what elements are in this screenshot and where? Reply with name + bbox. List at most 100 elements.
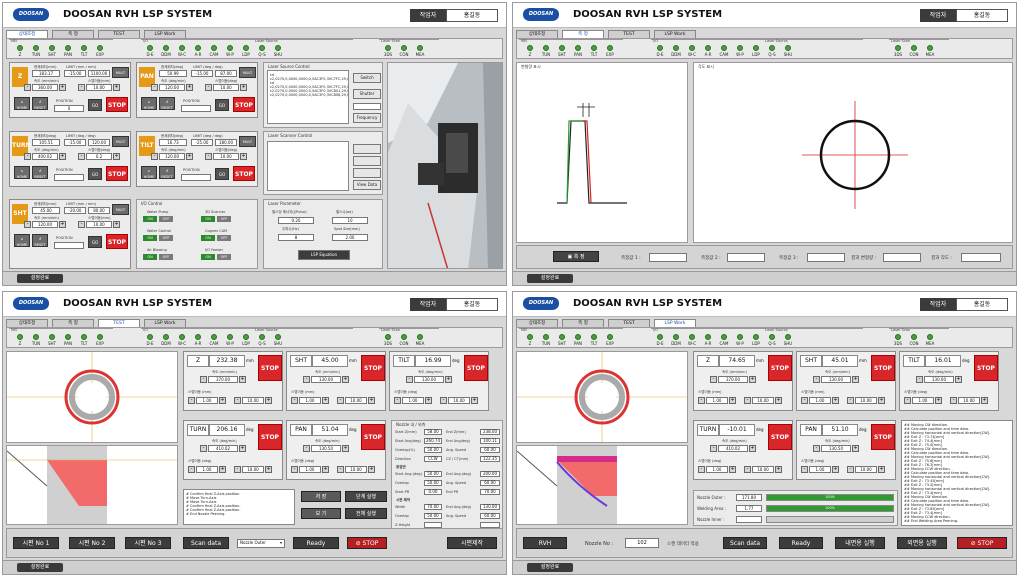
- stop-button[interactable]: STOP: [106, 234, 128, 249]
- step-max-input[interactable]: 10.00: [242, 397, 264, 404]
- reset-button[interactable]: ↺ RESET: [159, 97, 175, 110]
- go-button[interactable]: GO: [88, 168, 102, 180]
- step-plus-button[interactable]: +: [240, 84, 247, 91]
- speed-plus-button[interactable]: +: [59, 153, 66, 160]
- settings-complete-button[interactable]: 설정완료: [17, 563, 63, 572]
- step-min-plus-button[interactable]: +: [219, 397, 226, 404]
- step-max-input[interactable]: 10.00: [448, 397, 470, 404]
- switch-button[interactable]: Switch: [353, 73, 381, 83]
- scanner-btn-2[interactable]: [353, 156, 381, 166]
- view-data-button[interactable]: View Data: [353, 180, 381, 190]
- tab-lsp-work[interactable]: LSP Work: [654, 319, 696, 327]
- speed-input[interactable]: 360.00: [32, 84, 58, 91]
- speed-minus-button[interactable]: -: [406, 376, 413, 383]
- speed-input[interactable]: 130.00: [414, 376, 444, 383]
- stop-button[interactable]: STOP: [233, 97, 255, 112]
- io-off-button[interactable]: OFF: [217, 216, 231, 222]
- step-input[interactable]: 10.00: [86, 221, 112, 228]
- tab-status[interactable]: 상태조정: [516, 319, 558, 327]
- speed-plus-button[interactable]: +: [186, 153, 193, 160]
- settings-complete-button[interactable]: 설정완료: [17, 274, 63, 283]
- lsp-equation-button[interactable]: LSP Equation: [298, 250, 350, 260]
- measure-button[interactable]: ▣ 측 정: [553, 251, 599, 262]
- io-off-button[interactable]: OFF: [159, 254, 173, 260]
- step-minus-button[interactable]: -: [205, 84, 212, 91]
- step-max-plus-button[interactable]: +: [775, 466, 782, 473]
- param-input[interactable]: 260.74: [424, 438, 442, 444]
- speed-plus-button[interactable]: +: [955, 376, 962, 383]
- step-max-minus-button[interactable]: -: [847, 397, 854, 404]
- step-min-input[interactable]: 1.00: [706, 466, 728, 473]
- speed-input[interactable]: 130.00: [311, 376, 341, 383]
- step-max-plus-button[interactable]: +: [981, 397, 988, 404]
- step-min-plus-button[interactable]: +: [832, 397, 839, 404]
- pulse-count-input[interactable]: 10: [332, 217, 368, 224]
- mult-button[interactable]: MULT: [112, 67, 129, 78]
- scanner-btn-1[interactable]: [353, 144, 381, 154]
- step-min-minus-button[interactable]: -: [291, 397, 298, 404]
- make-specimen-button[interactable]: 시편제작: [447, 537, 497, 549]
- step-min-minus-button[interactable]: -: [188, 466, 195, 473]
- step-min-input[interactable]: 1.00: [809, 466, 831, 473]
- speed-minus-button[interactable]: -: [303, 376, 310, 383]
- ready-button[interactable]: Ready: [779, 537, 823, 549]
- scanner-btn-3[interactable]: [353, 168, 381, 178]
- mult-button[interactable]: MULT: [112, 136, 129, 147]
- speed-input[interactable]: 130.00: [821, 376, 851, 383]
- speed-input[interactable]: 130.50: [821, 445, 851, 452]
- spot-size-input[interactable]: 2.00: [332, 234, 368, 241]
- m3-input[interactable]: [807, 253, 845, 262]
- step-input[interactable]: 10.00: [86, 84, 112, 91]
- step-max-minus-button[interactable]: -: [337, 466, 344, 473]
- home-button[interactable]: ⌂ HOME: [141, 166, 157, 179]
- step-min-minus-button[interactable]: -: [698, 466, 705, 473]
- deform-result-input[interactable]: [883, 253, 921, 262]
- frequency-button[interactable]: Frequency: [353, 113, 381, 123]
- speed-input[interactable]: 410.02: [718, 445, 748, 452]
- param-input[interactable]: 70.00: [424, 504, 442, 510]
- step-max-input[interactable]: 10.00: [345, 397, 367, 404]
- outer-run-button[interactable]: 외면용 실행: [897, 537, 947, 549]
- mult-button[interactable]: MULT: [112, 204, 129, 215]
- io-on-button[interactable]: ON: [143, 254, 157, 260]
- io-on-button[interactable]: ON: [201, 216, 215, 222]
- step-min-input[interactable]: 1.00: [912, 397, 934, 404]
- param-input[interactable]: 122.35: [480, 456, 500, 462]
- stop-button[interactable]: ⊘ STOP: [957, 537, 1007, 549]
- step-max-minus-button[interactable]: -: [440, 397, 447, 404]
- angle-result-input[interactable]: [961, 253, 1001, 262]
- step-max-input[interactable]: 10.00: [855, 397, 877, 404]
- step-minus-button[interactable]: -: [205, 153, 212, 160]
- limit-max-input[interactable]: 1100.00: [88, 70, 110, 77]
- speed-minus-button[interactable]: -: [710, 445, 717, 452]
- save-button[interactable]: 저 장: [301, 491, 341, 502]
- speed-minus-button[interactable]: -: [813, 376, 820, 383]
- limit-min-input[interactable]: -15.00: [64, 70, 86, 77]
- speed-input[interactable]: 130.00: [924, 376, 954, 383]
- speed-minus-button[interactable]: -: [151, 84, 158, 91]
- param-input[interactable]: 200.00: [480, 471, 500, 477]
- limit-max-input[interactable]: 80.00: [88, 207, 110, 214]
- nozzle-no-input[interactable]: 102: [625, 538, 659, 548]
- pulse-energy-input[interactable]: 0.20: [278, 217, 314, 224]
- stop-button[interactable]: STOP: [258, 424, 282, 450]
- step-run-button[interactable]: 단계 실행: [345, 491, 387, 502]
- step-min-plus-button[interactable]: +: [322, 397, 329, 404]
- io-off-button[interactable]: OFF: [159, 216, 173, 222]
- step-min-minus-button[interactable]: -: [904, 397, 911, 404]
- speed-plus-button[interactable]: +: [749, 445, 756, 452]
- step-min-plus-button[interactable]: +: [425, 397, 432, 404]
- step-min-plus-button[interactable]: +: [219, 466, 226, 473]
- ready-button[interactable]: Ready: [293, 537, 339, 549]
- param-input[interactable]: 50.00: [424, 471, 442, 477]
- step-max-minus-button[interactable]: -: [234, 466, 241, 473]
- param-input[interactable]: 58.00: [424, 429, 442, 435]
- step-min-minus-button[interactable]: -: [291, 466, 298, 473]
- step-max-input[interactable]: 10.00: [752, 397, 774, 404]
- speed-plus-button[interactable]: +: [749, 376, 756, 383]
- tab-lsp-work[interactable]: LSP Work: [144, 319, 186, 327]
- step-max-minus-button[interactable]: -: [950, 397, 957, 404]
- tab-lsp-work[interactable]: LSP Work: [144, 30, 186, 38]
- reset-button[interactable]: ↺ RESET: [32, 166, 48, 179]
- tab-test[interactable]: TEST: [98, 319, 140, 327]
